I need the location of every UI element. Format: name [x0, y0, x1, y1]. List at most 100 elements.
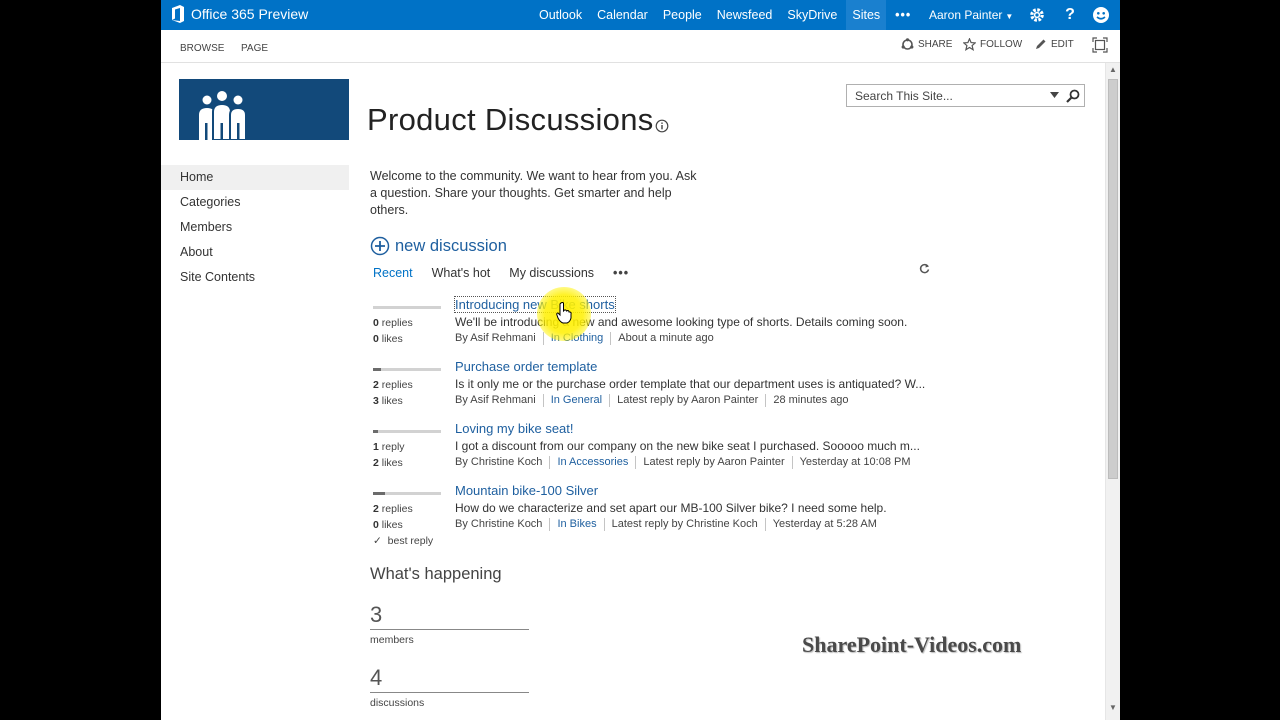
discussion-meta: By Asif Rehmani In Clothing About a minu…: [455, 332, 714, 345]
members-metric: 3 members: [370, 602, 529, 646]
discussion-time: 28 minutes ago: [773, 394, 849, 406]
share-label: SHARE: [918, 39, 953, 50]
focus-on-content-icon[interactable]: [1092, 37, 1108, 53]
leftnav-site-contents[interactable]: Site Contents: [161, 265, 349, 290]
meta-divider: [542, 394, 544, 407]
discussion-time: Yesterday at 5:28 AM: [772, 518, 877, 530]
latest-reply: Latest reply by Aaron Painter: [617, 394, 759, 406]
nav-calendar[interactable]: Calendar: [597, 8, 648, 22]
discussion-time: About a minute ago: [618, 332, 714, 344]
replies-stat: 0 replies: [373, 317, 413, 329]
welcome-text: Welcome to the community. We want to hea…: [370, 169, 697, 217]
edit-button[interactable]: EDIT: [1035, 38, 1074, 50]
refresh-icon[interactable]: [919, 263, 930, 274]
members-count: 3: [370, 602, 529, 630]
user-avatar-icon[interactable]: [1092, 6, 1110, 24]
leftnav-home[interactable]: Home: [161, 165, 349, 190]
nav-newsfeed[interactable]: Newsfeed: [717, 8, 773, 22]
nav-outlook[interactable]: Outlook: [539, 8, 582, 22]
meta-divider: [603, 518, 605, 531]
replies-stat: 2 replies: [373, 379, 413, 391]
add-circle-icon: [370, 236, 390, 256]
meta-divider: [609, 394, 611, 407]
discussions-label[interactable]: discussions: [370, 697, 529, 709]
filter-my-discussions[interactable]: My discussions: [509, 266, 594, 280]
author-link[interactable]: By Christine Koch: [455, 518, 542, 531]
filter-recent[interactable]: Recent: [373, 266, 413, 280]
search-scope-dropdown-icon[interactable]: [1050, 92, 1059, 98]
user-menu[interactable]: Aaron Painter ▼: [929, 8, 1013, 22]
discussion-title-link[interactable]: Mountain bike-100 Silver: [455, 483, 598, 498]
category-link[interactable]: In Bikes: [557, 518, 596, 531]
discussion-meta: By Christine Koch In Accessories Latest …: [455, 456, 911, 469]
scroll-down-icon[interactable]: ▼: [1109, 703, 1117, 712]
follow-button[interactable]: FOLLOW: [963, 38, 1022, 51]
chevron-down-icon: ▼: [1005, 12, 1014, 21]
discussion-excerpt: How do we characterize and set apart our…: [455, 501, 887, 515]
activity-bar: [373, 430, 441, 433]
nav-people[interactable]: People: [663, 8, 702, 22]
category-link[interactable]: In General: [551, 394, 602, 407]
tab-browse[interactable]: BROWSE: [180, 43, 224, 54]
meta-divider: [549, 518, 551, 531]
office365-brand[interactable]: Office 365 Preview: [171, 5, 308, 23]
meta-divider: [610, 332, 612, 345]
likes-stat: 2 likes: [373, 457, 403, 469]
replies-count: 2: [373, 379, 379, 391]
info-icon[interactable]: [655, 119, 669, 133]
edit-label: EDIT: [1051, 38, 1074, 50]
author-link[interactable]: By Asif Rehmani: [455, 332, 536, 345]
leftnav-members[interactable]: Members: [161, 215, 349, 240]
filter-whats-hot[interactable]: What's hot: [432, 266, 491, 280]
discussion-excerpt: I got a discount from our company on the…: [455, 439, 920, 453]
best-reply-label: best reply: [387, 535, 434, 547]
pencil-icon: [1036, 39, 1046, 49]
search-icon[interactable]: [1066, 89, 1080, 103]
page-scrollbar[interactable]: ▲ ▼: [1105, 63, 1120, 720]
nav-sites[interactable]: Sites: [846, 0, 887, 30]
tab-page[interactable]: PAGE: [241, 43, 268, 54]
page-title: Product Discussions: [367, 102, 654, 137]
discussion-title-link[interactable]: Purchase order template: [455, 359, 597, 374]
search-input[interactable]: [847, 85, 1045, 106]
leftnav-categories[interactable]: Categories: [161, 190, 349, 215]
replies-label: replies: [381, 379, 413, 391]
site-logo[interactable]: [179, 79, 349, 141]
new-discussion-button[interactable]: new discussion: [370, 236, 507, 256]
replies-stat: 2 replies: [373, 503, 413, 515]
share-button[interactable]: SHARE: [901, 38, 952, 51]
activity-bar: [373, 492, 441, 495]
new-discussion-label: new discussion: [395, 236, 507, 255]
discussions-metric: 4 discussions: [370, 665, 529, 709]
whats-happening-heading: What's happening: [370, 565, 502, 583]
scroll-thumb[interactable]: [1108, 79, 1118, 479]
likes-label: likes: [381, 457, 403, 469]
leftnav-about[interactable]: About: [161, 240, 349, 265]
latest-reply: Latest reply by Christine Koch: [611, 518, 758, 530]
meta-divider: [542, 332, 544, 345]
likes-stat: 0 likes: [373, 519, 403, 531]
discussion-time: Yesterday at 10:08 PM: [799, 456, 911, 468]
nav-more-button[interactable]: •••: [895, 8, 911, 22]
category-link[interactable]: In Accessories: [557, 456, 628, 469]
activity-bar: [373, 368, 441, 371]
members-label[interactable]: members: [370, 634, 529, 646]
author-link[interactable]: By Christine Koch: [455, 456, 542, 469]
likes-count: 0: [373, 519, 379, 531]
help-icon[interactable]: ?: [1061, 6, 1079, 24]
share-icon: [901, 38, 914, 50]
nav-skydrive[interactable]: SkyDrive: [787, 8, 837, 22]
gear-icon[interactable]: [1028, 6, 1046, 24]
replies-stat: 1 reply: [373, 441, 405, 453]
discussion-title-link[interactable]: Loving my bike seat!: [455, 421, 574, 436]
suite-bar: Office 365 Preview Outlook Calendar Peop…: [161, 0, 1120, 30]
scroll-up-icon[interactable]: ▲: [1109, 65, 1117, 74]
office-logo-icon: [172, 5, 184, 23]
likes-label: likes: [381, 519, 403, 531]
meta-divider: [635, 456, 637, 469]
replies-label: replies: [381, 503, 413, 515]
likes-count: 3: [373, 395, 379, 407]
likes-stat: 0 likes: [373, 333, 403, 345]
filter-more-button[interactable]: •••: [613, 266, 629, 280]
author-link[interactable]: By Asif Rehmani: [455, 394, 536, 407]
